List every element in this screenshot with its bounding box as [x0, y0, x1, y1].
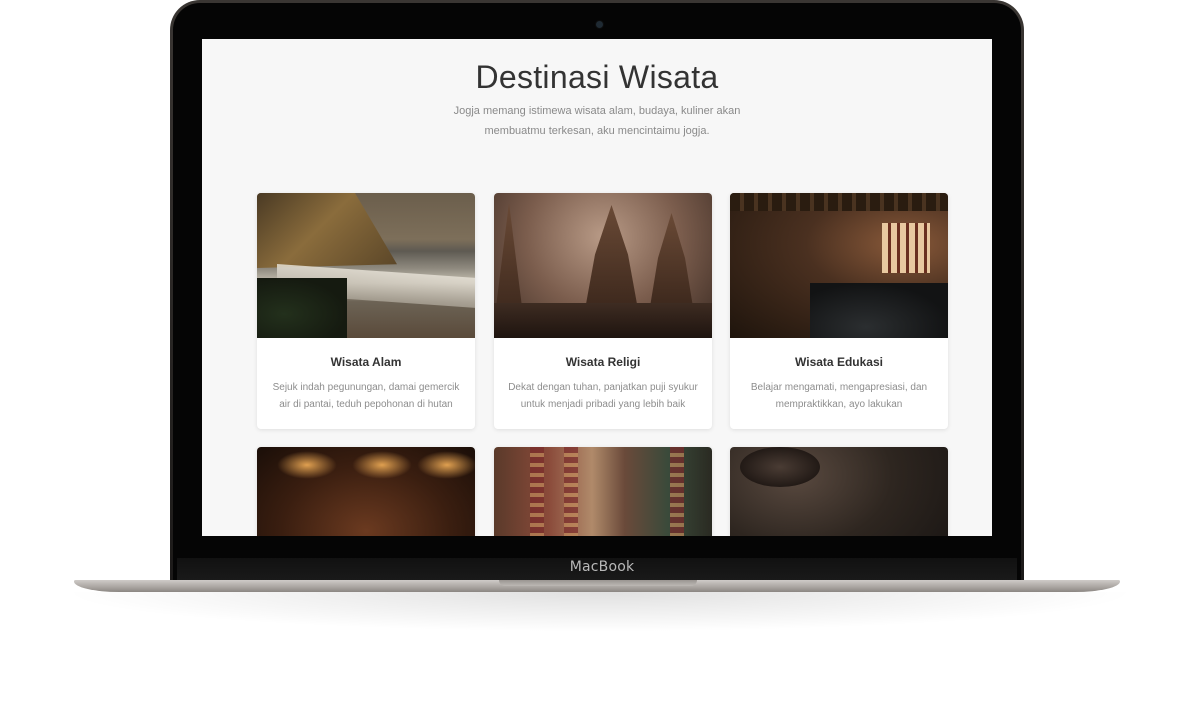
classroom-photo[interactable]: [730, 193, 948, 338]
card-traditional-food[interactable]: [730, 447, 948, 536]
card-wisata-religi[interactable]: Wisata Religi Dekat dengan tuhan, panjat…: [494, 193, 712, 429]
card-title: Wisata Edukasi: [795, 355, 883, 369]
traditional-food-photo[interactable]: [730, 447, 948, 536]
card-description: Sejuk indah pegunungan, damai gemercik a…: [272, 382, 460, 410]
card-title: Wisata Religi: [565, 355, 641, 369]
brand-label: MacBook: [569, 559, 635, 575]
card-wisata-edukasi[interactable]: Wisata Edukasi Belajar mengamati, mengap…: [730, 193, 948, 429]
website-screen: Destinasi Wisata Jogja memang istimewa w…: [202, 39, 992, 536]
card-title: Wisata Alam: [330, 355, 402, 369]
card-description: Dekat dengan tuhan, panjatkan puji syuku…: [508, 382, 698, 410]
card-gamelan[interactable]: [257, 447, 475, 536]
card-description: Belajar mengamati, mengapresiasi, dan me…: [750, 382, 928, 410]
temple-photo[interactable]: [494, 193, 712, 338]
card-wisata-alam[interactable]: Wisata Alam Sejuk indah pegunungan, dama…: [257, 193, 475, 429]
page-subtitle: Jogja memang istimewa wisata alam, buday…: [453, 105, 741, 137]
batik-market-photo[interactable]: [494, 447, 712, 536]
gamelan-photo[interactable]: [257, 447, 475, 536]
card-batik-market[interactable]: [494, 447, 712, 536]
page-title: Destinasi Wisata: [475, 59, 719, 95]
beach-photo[interactable]: [257, 193, 475, 338]
laptop-shadow: [60, 592, 1140, 632]
laptop-hinge-notch: [499, 580, 697, 586]
camera-icon: [596, 21, 603, 28]
